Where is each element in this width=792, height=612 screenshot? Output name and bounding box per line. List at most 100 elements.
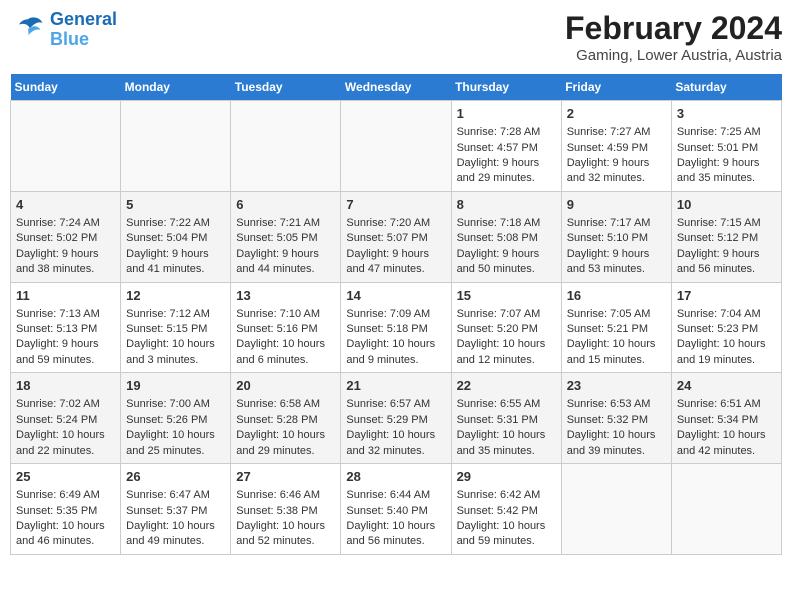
daylight-line1: Daylight: 10 hours bbox=[677, 429, 766, 441]
calendar-cell bbox=[671, 464, 781, 555]
day-info: Sunrise: 7:20 AMSunset: 5:07 PMDaylight:… bbox=[346, 216, 445, 278]
logo-text: General Blue bbox=[50, 10, 117, 50]
day-number: 4 bbox=[16, 196, 115, 214]
day-number: 25 bbox=[16, 468, 115, 486]
daylight-line2: and 38 minutes. bbox=[16, 263, 94, 275]
day-info: Sunrise: 7:28 AMSunset: 4:57 PMDaylight:… bbox=[457, 125, 556, 187]
calendar-cell: 25 Sunrise: 6:49 AMSunset: 5:35 PMDayligh… bbox=[11, 464, 121, 555]
calendar-header: SundayMondayTuesdayWednesdayThursdayFrid… bbox=[11, 74, 782, 101]
day-number: 3 bbox=[677, 105, 776, 123]
logo-icon bbox=[10, 12, 46, 48]
calendar-subtitle: Gaming, Lower Austria, Austria bbox=[565, 47, 782, 64]
daylight-line1: Daylight: 10 hours bbox=[346, 429, 435, 441]
header-day-friday: Friday bbox=[561, 74, 671, 101]
day-number: 11 bbox=[16, 287, 115, 305]
calendar-cell: 2Sunrise: 7:27 AMSunset: 4:59 PMDaylight… bbox=[561, 101, 671, 192]
sunrise: Sunrise: 6:57 AM bbox=[346, 398, 430, 410]
day-number: 18 bbox=[16, 377, 115, 395]
sunrise: Sunrise: 7:18 AM bbox=[457, 217, 541, 229]
day-info: Sunrise: 7:13 AMSunset: 5:13 PMDaylight:… bbox=[16, 307, 115, 369]
header-day-monday: Monday bbox=[121, 74, 231, 101]
day-number: 29 bbox=[457, 468, 556, 486]
day-info: Sunrise: 7:15 AMSunset: 5:12 PMDaylight:… bbox=[677, 216, 776, 278]
sunset: Sunset: 5:04 PM bbox=[126, 232, 207, 244]
daylight-line2: and 59 minutes. bbox=[457, 535, 535, 547]
daylight-line2: and 56 minutes. bbox=[346, 535, 424, 547]
daylight-line1: Daylight: 9 hours bbox=[236, 248, 319, 260]
daylight-line1: Daylight: 9 hours bbox=[346, 248, 429, 260]
daylight-line2: and 49 minutes. bbox=[126, 535, 204, 547]
calendar-cell: 8Sunrise: 7:18 AMSunset: 5:08 PMDaylight… bbox=[451, 191, 561, 282]
calendar-cell: 24Sunrise: 6:51 AMSunset: 5:34 PMDayligh… bbox=[671, 373, 781, 464]
day-info: Sunrise: 7:12 AMSunset: 5:15 PMDaylight:… bbox=[126, 307, 225, 369]
day-info: Sunrise: 7:21 AMSunset: 5:05 PMDaylight:… bbox=[236, 216, 335, 278]
calendar-cell: 10 Sunrise: 7:15 AMSunset: 5:12 PMDayligh… bbox=[671, 191, 781, 282]
day-number: 6 bbox=[236, 196, 335, 214]
day-info: Sunrise: 7:22 AMSunset: 5:04 PMDaylight:… bbox=[126, 216, 225, 278]
calendar-table: SundayMondayTuesdayWednesdayThursdayFrid… bbox=[10, 74, 782, 555]
daylight-line1: Daylight: 10 hours bbox=[346, 520, 435, 532]
calendar-cell: 29Sunrise: 6:42 AMSunset: 5:42 PMDayligh… bbox=[451, 464, 561, 555]
day-number: 21 bbox=[346, 377, 445, 395]
day-info: Sunrise: 6:46 AMSunset: 5:38 PMDaylight:… bbox=[236, 488, 335, 550]
daylight-line2: and 52 minutes. bbox=[236, 535, 314, 547]
calendar-cell: 16 Sunrise: 7:05 AMSunset: 5:21 PMDayligh… bbox=[561, 282, 671, 373]
sunrise: Sunrise: 7:04 AM bbox=[677, 308, 761, 320]
daylight-line1: Daylight: 10 hours bbox=[567, 429, 656, 441]
calendar-body: 1Sunrise: 7:28 AMSunset: 4:57 PMDaylight… bbox=[11, 101, 782, 555]
sunset: Sunset: 5:01 PM bbox=[677, 142, 758, 154]
calendar-cell: 18Sunrise: 7:02 AMSunset: 5:24 PMDayligh… bbox=[11, 373, 121, 464]
daylight-line1: Daylight: 9 hours bbox=[457, 157, 540, 169]
day-number: 14 bbox=[346, 287, 445, 305]
daylight-line2: and 47 minutes. bbox=[346, 263, 424, 275]
daylight-line2: and 3 minutes. bbox=[126, 354, 198, 366]
calendar-week-1: 1Sunrise: 7:28 AMSunset: 4:57 PMDaylight… bbox=[11, 101, 782, 192]
day-info: Sunrise: 6:57 AMSunset: 5:29 PMDaylight:… bbox=[346, 397, 445, 459]
daylight-line2: and 19 minutes. bbox=[677, 354, 755, 366]
sunset: Sunset: 4:57 PM bbox=[457, 142, 538, 154]
day-info: Sunrise: 7:05 AMSunset: 5:21 PMDaylight:… bbox=[567, 307, 666, 369]
day-info: Sunrise: 6:49 AMSunset: 5:35 PMDaylight:… bbox=[16, 488, 115, 550]
sunrise: Sunrise: 7:07 AM bbox=[457, 308, 541, 320]
daylight-line2: and 32 minutes. bbox=[567, 172, 645, 184]
day-number: 22 bbox=[457, 377, 556, 395]
day-number: 17 bbox=[677, 287, 776, 305]
calendar-cell: 3Sunrise: 7:25 AMSunset: 5:01 PMDaylight… bbox=[671, 101, 781, 192]
sunrise: Sunrise: 6:46 AM bbox=[236, 489, 320, 501]
daylight-line2: and 35 minutes. bbox=[677, 172, 755, 184]
calendar-cell: 26Sunrise: 6:47 AMSunset: 5:37 PMDayligh… bbox=[121, 464, 231, 555]
calendar-cell bbox=[231, 101, 341, 192]
day-number: 8 bbox=[457, 196, 556, 214]
calendar-cell: 28Sunrise: 6:44 AMSunset: 5:40 PMDayligh… bbox=[341, 464, 451, 555]
calendar-cell bbox=[11, 101, 121, 192]
daylight-line2: and 41 minutes. bbox=[126, 263, 204, 275]
daylight-line1: Daylight: 10 hours bbox=[457, 338, 546, 350]
calendar-cell: 17 Sunrise: 7:04 AMSunset: 5:23 PMDayligh… bbox=[671, 282, 781, 373]
header-day-thursday: Thursday bbox=[451, 74, 561, 101]
daylight-line1: Daylight: 9 hours bbox=[16, 338, 99, 350]
sunrise: Sunrise: 7:05 AM bbox=[567, 308, 651, 320]
day-number: 16 bbox=[567, 287, 666, 305]
daylight-line2: and 6 minutes. bbox=[236, 354, 308, 366]
day-info: Sunrise: 6:53 AMSunset: 5:32 PMDaylight:… bbox=[567, 397, 666, 459]
sunset: Sunset: 5:10 PM bbox=[567, 232, 648, 244]
sunrise: Sunrise: 6:42 AM bbox=[457, 489, 541, 501]
sunset: Sunset: 5:38 PM bbox=[236, 505, 317, 517]
calendar-cell: 1Sunrise: 7:28 AMSunset: 4:57 PMDaylight… bbox=[451, 101, 561, 192]
day-info: Sunrise: 6:58 AMSunset: 5:28 PMDaylight:… bbox=[236, 397, 335, 459]
daylight-line1: Daylight: 10 hours bbox=[16, 520, 105, 532]
sunset: Sunset: 5:02 PM bbox=[16, 232, 97, 244]
daylight-line1: Daylight: 10 hours bbox=[16, 429, 105, 441]
sunrise: Sunrise: 7:17 AM bbox=[567, 217, 651, 229]
calendar-cell: 13Sunrise: 7:10 AMSunset: 5:16 PMDayligh… bbox=[231, 282, 341, 373]
calendar-week-3: 11 Sunrise: 7:13 AMSunset: 5:13 PMDayligh… bbox=[11, 282, 782, 373]
day-number: 10 bbox=[677, 196, 776, 214]
day-number: 5 bbox=[126, 196, 225, 214]
sunset: Sunset: 5:12 PM bbox=[677, 232, 758, 244]
day-number: 20 bbox=[236, 377, 335, 395]
day-info: Sunrise: 7:04 AMSunset: 5:23 PMDaylight:… bbox=[677, 307, 776, 369]
sunrise: Sunrise: 6:55 AM bbox=[457, 398, 541, 410]
page-header: General Blue February 2024 Gaming, Lower… bbox=[10, 10, 782, 64]
daylight-line2: and 12 minutes. bbox=[457, 354, 535, 366]
sunrise: Sunrise: 7:13 AM bbox=[16, 308, 100, 320]
